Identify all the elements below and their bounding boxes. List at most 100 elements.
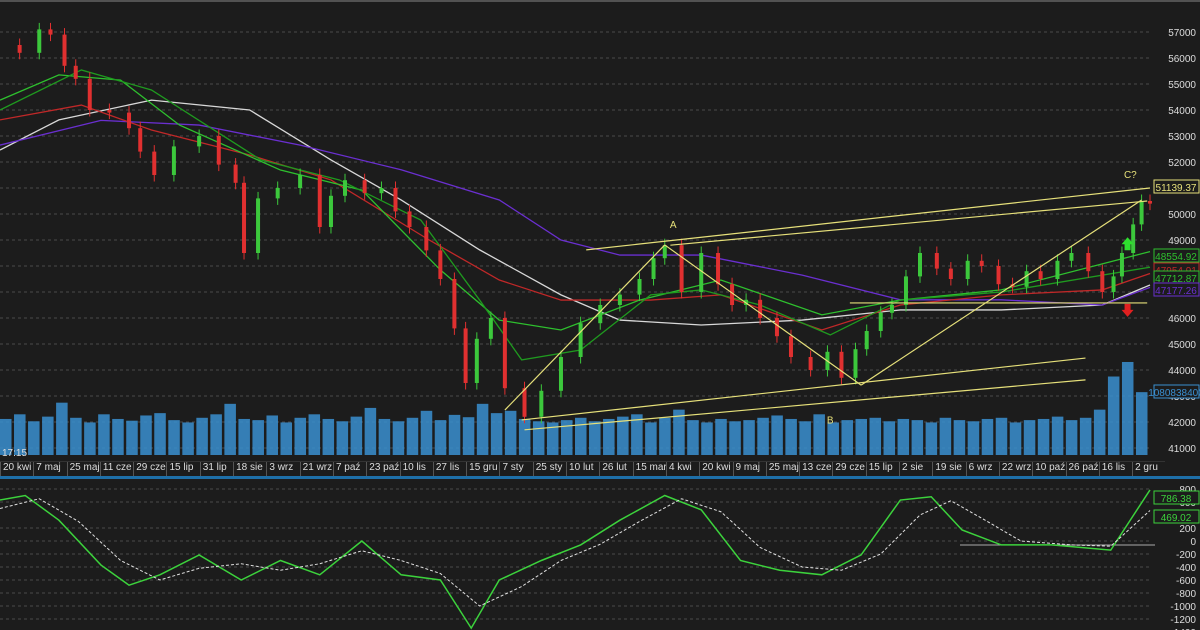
chart-window: 4100042000430004400045000460004700048000… [0,0,1200,630]
volume-bar [1037,418,1050,455]
volume-bar [883,421,896,455]
candle-body [889,305,894,313]
candle-body [853,349,858,378]
volume-bar [504,410,517,455]
date-tick-label: 15 gru [466,462,499,476]
candle-body [107,110,112,113]
y-tick-label: 42000 [1168,418,1196,429]
volume-bar [1023,420,1036,455]
volume-bar [294,417,307,455]
osc-y-tick-label: -800 [1176,589,1196,600]
volume-bar [1093,409,1106,455]
date-tick-label: 25 sty [532,462,566,476]
volume-bar [168,420,180,455]
y-tick-label: 54000 [1168,106,1196,117]
date-tick-label: 26 paź [1065,462,1099,476]
date-tick-label: 4 kwi [665,462,699,476]
volume-bar [1009,422,1022,455]
osc-y-tick-label: 0 [1190,537,1196,548]
volume-bar [981,418,994,455]
volume-bar [434,420,447,455]
date-tick-label: 18 sie [233,462,266,476]
volume-bar [1135,392,1148,455]
date-tick-label: 21 wrz [299,462,333,476]
date-tick-label: 2 gru [1132,462,1165,476]
date-tick-label: 10 paź [1032,462,1065,476]
volume-bar [743,420,755,455]
candle-body [637,279,642,295]
y-tick-label: 57000 [1168,28,1196,39]
volume-bar [392,421,405,455]
date-tick-label: 10 lis [399,462,433,476]
date-tick-label: 9 maj [732,462,766,476]
candle-body [522,388,527,417]
wave-label: A [670,220,677,231]
price-chart[interactable]: 4100042000430004400045000460004700048000… [0,0,1200,630]
candle-body [979,260,984,266]
candle-body [878,312,883,331]
volume-bar [420,410,433,455]
candle-body [328,195,333,227]
candle-body [1024,271,1029,287]
volume-bar [575,417,587,455]
volume-last-label: 1080838400 [1148,388,1200,399]
candle-body [379,188,384,194]
candle-body [1100,271,1105,292]
candle-body [651,258,656,279]
candle-body [48,29,53,35]
candle-body [774,318,779,337]
candle-body [138,128,143,152]
date-tick-label: 7 maj [33,462,66,476]
date-tick-label: 13 cze [799,462,832,476]
candle-body [438,250,443,279]
date-tick-label: 22 wrz [998,462,1032,476]
volume-bar [827,422,839,455]
candle-body [1038,271,1043,279]
last-value-label: 47177.26 [1155,286,1197,297]
candle-body [578,323,583,357]
candle-body [808,357,813,370]
volume-bar [98,414,110,455]
volume-bar [1079,417,1092,455]
volume-bar [224,403,236,455]
date-tick-label: 20 kwi [699,462,732,476]
candle-body [474,338,479,383]
volume-bar [589,421,601,455]
candle-body [617,294,622,305]
candle-body [1111,276,1116,292]
y-tick-label: 49000 [1168,236,1196,247]
panel-separator[interactable] [0,476,1200,479]
date-tick-label: 15 lip [865,462,899,476]
volume-bar [238,418,250,455]
volume-bar [406,417,419,455]
candle-body [864,331,869,350]
y-tick-label: 45000 [1168,340,1196,351]
candle-body [256,198,261,253]
candle-body [1139,201,1144,225]
volume-bar [378,418,391,455]
date-tick-label: 20 kwi [0,462,33,476]
candle-body [73,65,78,79]
candle-body [362,180,367,194]
candle-body [758,299,763,318]
candle-body [463,328,468,383]
last-value-label: 51139.37 [1156,183,1197,194]
volume-bar [757,417,769,455]
candle-body [343,180,347,196]
volume-bar [112,418,124,455]
volume-bar [715,418,727,455]
candle-body [716,253,721,285]
volume-bar [56,402,68,455]
candle-body [62,34,67,66]
volume-bar [701,422,713,455]
candle-body [233,164,238,183]
osc-main-last-label: 786.38 [1161,494,1192,505]
wave-label: B [827,415,834,426]
candle-body [87,78,92,110]
volume-bar [350,416,363,455]
candle-body [539,390,544,417]
volume-bar [28,421,40,455]
volume-bar [490,413,503,455]
volume-bar [1121,361,1134,455]
y-tick-label: 55000 [1168,80,1196,91]
